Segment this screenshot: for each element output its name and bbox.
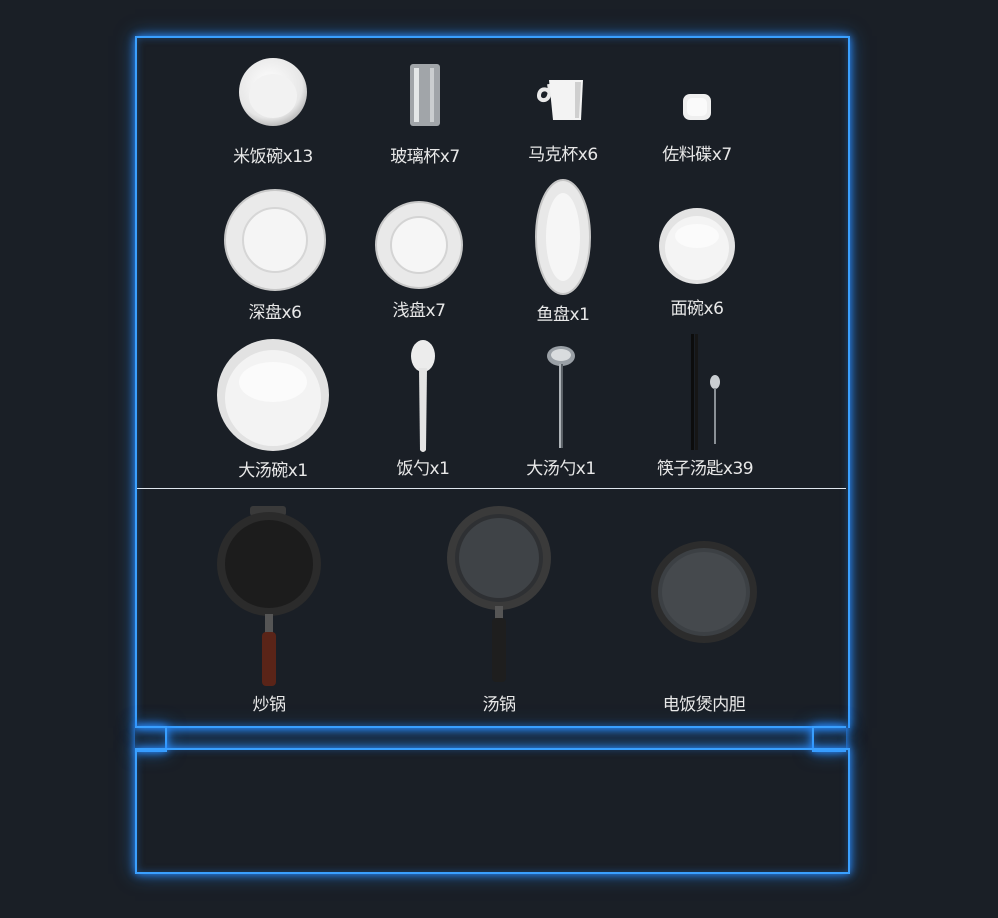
tableware-item: 米饭碗x13 (188, 50, 358, 170)
tableware-item: 面碗x6 (612, 196, 782, 326)
tableware-item: 大汤碗x1 (188, 336, 358, 486)
condiment-dish-icon (681, 92, 713, 122)
basket-divider (137, 488, 846, 489)
cookware-label: 电饭煲内胆 (662, 695, 746, 715)
soup-pot-icon (446, 506, 552, 686)
noodle-bowl-icon (657, 206, 737, 286)
tableware-label: 佐料碟x7 (662, 145, 732, 165)
tableware-label: 米饭碗x13 (233, 147, 313, 167)
rice-spoon-icon (409, 338, 437, 454)
rice-cooker-inner-pot-icon (650, 540, 758, 644)
cookware-item: 炒锅 (184, 504, 354, 715)
chopsticks-spoon-icon (685, 334, 725, 450)
tableware-item: 筷子汤匙x39 (620, 334, 790, 484)
wok-icon (216, 506, 322, 686)
ladle-icon (545, 344, 577, 450)
cookware-label: 汤锅 (482, 695, 517, 715)
mug-icon (535, 78, 591, 122)
large-soup-bowl-icon (215, 338, 331, 452)
tableware-label: 大汤碗x1 (238, 461, 308, 481)
shallow-plate-icon (374, 200, 464, 290)
cookware-item: 电饭煲内胆 (619, 504, 789, 715)
tableware-label: 面碗x6 (670, 299, 724, 319)
basket-rail (135, 726, 846, 728)
deep-plate-icon (223, 188, 327, 292)
cookware-item: 汤锅 (414, 504, 584, 715)
cookware-label: 炒锅 (252, 695, 287, 715)
tableware-item: 佐料碟x7 (612, 50, 782, 170)
glass-icon (408, 62, 442, 128)
tableware-label: 筷子汤匙x39 (656, 459, 754, 479)
fish-plate-icon (534, 178, 592, 296)
rice-bowl-icon (237, 56, 309, 128)
dishwasher-lower-drawer-outline (135, 748, 850, 874)
